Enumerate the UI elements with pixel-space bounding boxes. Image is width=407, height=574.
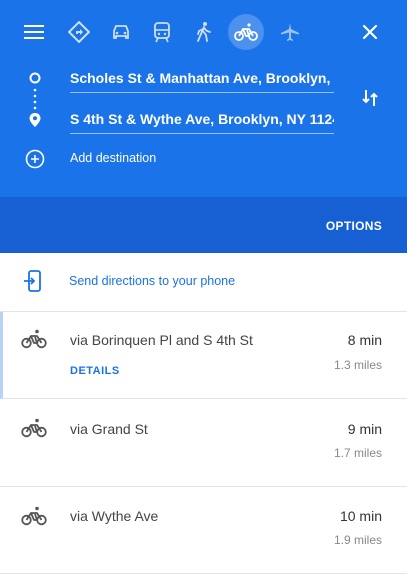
route-details-link[interactable]: DETAILS: [70, 365, 120, 377]
send-to-phone-row[interactable]: Send directions to your phone: [0, 253, 407, 312]
cycling-icon[interactable]: [228, 14, 264, 50]
menu-icon[interactable]: [22, 20, 46, 44]
bicycle-icon: [21, 505, 47, 532]
transit-icon[interactable]: [146, 16, 178, 48]
send-to-phone-link[interactable]: Send directions to your phone: [69, 274, 235, 288]
route-dots: [33, 88, 37, 110]
origin-field[interactable]: Scholes St & Manhattan Ave, Brooklyn, NY: [70, 64, 334, 93]
route-option[interactable]: via Borinquen Pl and S 4th St 8 min 1.3 …: [0, 312, 407, 399]
add-destination-icon[interactable]: [24, 148, 46, 170]
send-to-phone-icon: [23, 270, 45, 292]
destination-pin-icon: [28, 112, 42, 128]
add-destination-link[interactable]: Add destination: [70, 151, 156, 165]
route-duration: 10 min: [339, 508, 382, 524]
route-option[interactable]: via Wythe Ave 10 min 1.9 miles: [0, 487, 407, 574]
route-distance: 1.9 miles: [333, 533, 382, 547]
directions-header: Scholes St & Manhattan Ave, Brooklyn, NY…: [0, 0, 407, 253]
car-icon[interactable]: [105, 16, 137, 48]
route-distance: 1.7 miles: [333, 446, 382, 460]
bicycle-icon: [21, 328, 47, 355]
options-button[interactable]: OPTIONS: [326, 219, 382, 233]
close-icon[interactable]: [358, 20, 382, 44]
route-via: via Wythe Ave: [70, 508, 159, 524]
destination-field[interactable]: S 4th St & Wythe Ave, Brooklyn, NY 11249: [70, 105, 334, 134]
route-via: via Grand St: [70, 421, 148, 437]
bicycle-icon: [21, 417, 47, 444]
route-duration: 9 min: [347, 421, 382, 437]
flight-icon[interactable]: [274, 16, 306, 48]
route-duration: 8 min: [347, 332, 382, 348]
walking-icon[interactable]: [188, 16, 220, 48]
route-distance: 1.3 miles: [333, 358, 382, 372]
route-option[interactable]: via Grand St 9 min 1.7 miles: [0, 400, 407, 487]
swap-icon[interactable]: [358, 86, 382, 110]
route-via: via Borinquen Pl and S 4th St: [70, 332, 253, 348]
origin-marker-icon: [28, 71, 42, 85]
best-travel-mode-icon[interactable]: [63, 16, 95, 48]
